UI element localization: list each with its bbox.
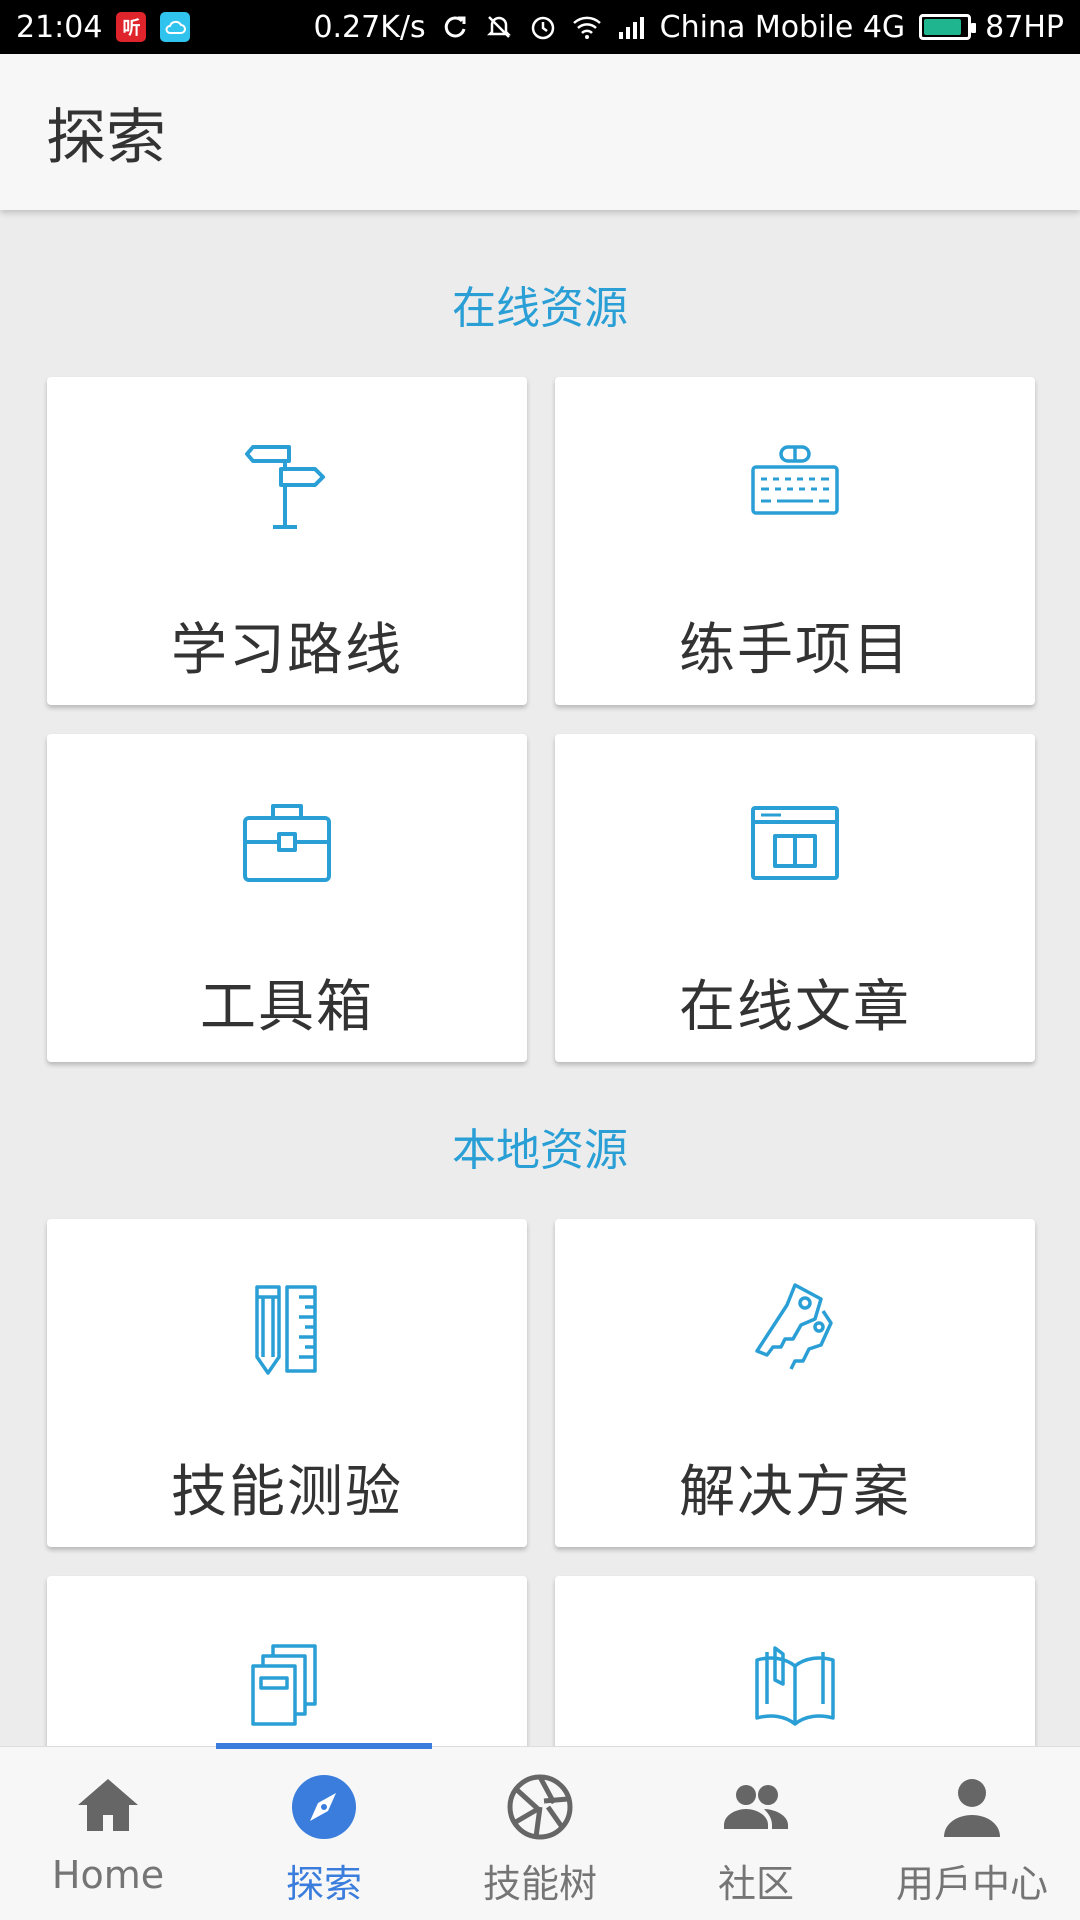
status-time: 21:04 [16, 9, 103, 45]
cloud-app-icon [160, 12, 191, 42]
keyboard-icon [747, 439, 843, 535]
section-title-local: 本地资源 [452, 1125, 628, 1176]
card-label: 技能测验 [171, 1460, 403, 1525]
group-icon [724, 1785, 788, 1829]
nav-item-community[interactable]: 社区 [648, 1747, 864, 1920]
home-icon [78, 1779, 138, 1831]
documents-icon [239, 1638, 335, 1734]
carrier-label: China Mobile 4G [659, 9, 906, 45]
person-icon [944, 1779, 1000, 1837]
card-practice-projects[interactable]: 练手项目 [555, 377, 1035, 705]
battery-icon [919, 14, 977, 40]
battery-label: 87HP [985, 9, 1064, 45]
signal-icon [616, 12, 646, 42]
card-label: 在线文章 [679, 975, 911, 1040]
alarm-icon [528, 12, 558, 42]
nav-label: 用戶中心 [895, 1862, 1048, 1906]
signpost-icon [239, 439, 335, 535]
bottom-nav: Home 探索 技能树 社区 用戶中心 [0, 1743, 1080, 1920]
mute-vibrate-icon [484, 12, 514, 42]
card-toolbox[interactable]: 工具箱 [47, 734, 527, 1062]
sync-icon [440, 12, 470, 42]
nav-label: 探索 [285, 1862, 362, 1906]
keys-icon [747, 1281, 843, 1377]
section-title-online: 在线资源 [452, 283, 628, 334]
nav-item-skill-tree[interactable]: 技能树 [432, 1747, 648, 1920]
network-speed: 0.27K/s [313, 9, 426, 45]
aperture-icon [507, 1774, 573, 1840]
radio-app-icon: 听 [116, 12, 147, 42]
card-documents[interactable] [47, 1576, 527, 1746]
card-label: 练手项目 [679, 618, 911, 683]
card-label: 工具箱 [200, 975, 374, 1040]
briefcase-icon [239, 796, 335, 892]
nav-item-explore[interactable]: 探索 [216, 1743, 432, 1920]
pencil-ruler-icon [239, 1281, 335, 1377]
card-solutions[interactable]: 解决方案 [555, 1219, 1035, 1547]
card-label: 学习路线 [171, 618, 403, 683]
nav-item-home[interactable]: Home [0, 1747, 216, 1920]
status-bar: 21:04 听 0.27K/s China Mobile 4G 87HP [0, 0, 1080, 54]
compass-icon [292, 1775, 356, 1839]
wifi-icon [572, 12, 602, 42]
nav-label: Home [51, 1853, 165, 1897]
open-book-icon [747, 1638, 843, 1734]
book-window-icon [747, 796, 843, 892]
card-learning-path[interactable]: 学习路线 [47, 377, 527, 705]
card-online-articles[interactable]: 在线文章 [555, 734, 1035, 1062]
card-label: 解决方案 [679, 1460, 911, 1525]
page-title: 探索 [46, 102, 166, 173]
card-skill-test[interactable]: 技能测验 [47, 1219, 527, 1547]
nav-label: 技能树 [482, 1862, 597, 1906]
nav-item-user-center[interactable]: 用戶中心 [864, 1747, 1080, 1920]
explore-content[interactable]: 在线资源 学习路线 练手项目 工具箱 在线文章 本地资源 技能测验 解决方案 [0, 210, 1080, 1746]
card-ebooks[interactable] [555, 1576, 1035, 1746]
app-bar: 探索 [0, 54, 1080, 210]
nav-label: 社区 [717, 1862, 794, 1906]
